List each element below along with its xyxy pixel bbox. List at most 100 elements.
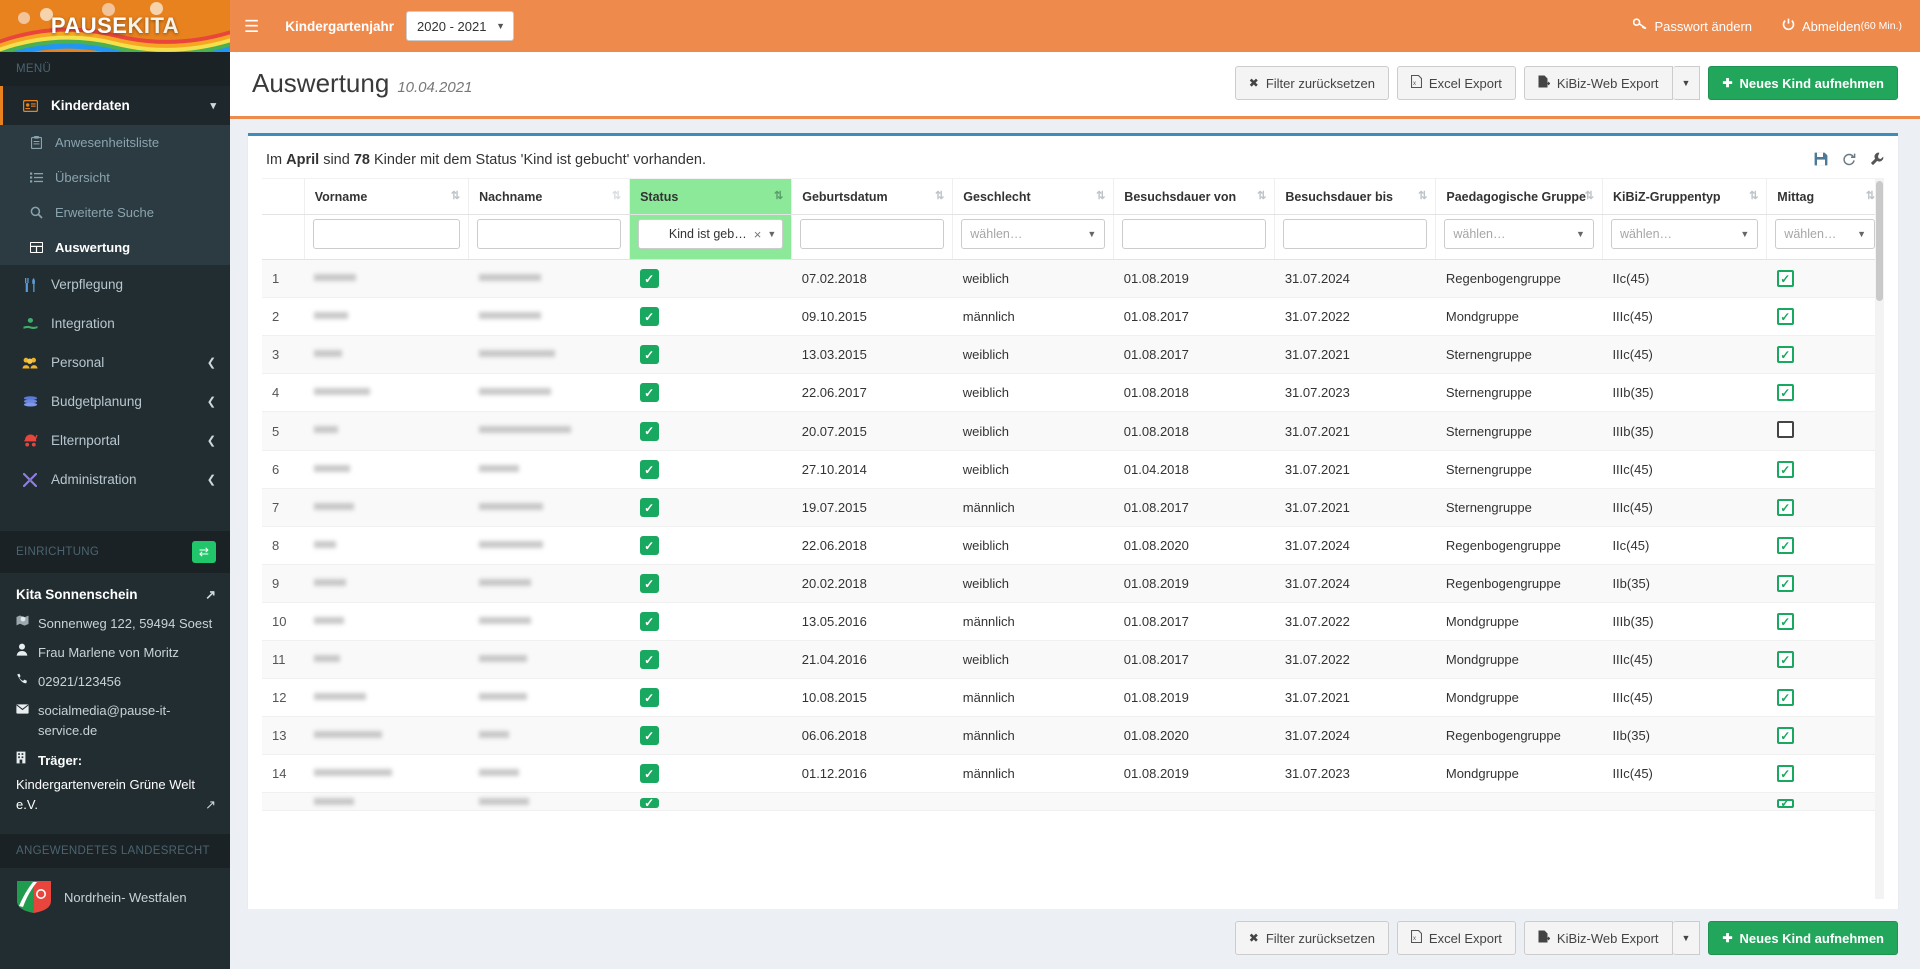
table-row-partial[interactable]: ✓✓ (262, 793, 1884, 811)
status-checkbox-icon[interactable]: ✓ (640, 422, 659, 441)
filter-vorname-input[interactable] (313, 219, 460, 249)
filter-kibiz-gruppentyp-select[interactable]: wählen… ▼ (1611, 219, 1758, 249)
mittag-checkbox-icon[interactable] (1777, 421, 1794, 438)
filter-mittag-select[interactable]: wählen… ▼ (1775, 219, 1875, 249)
status-checkbox-icon[interactable]: ✓ (640, 612, 659, 631)
sort-icon[interactable]: ⇅ (1096, 189, 1104, 202)
change-password-link[interactable]: Passwort ändern (1633, 18, 1752, 34)
filter-besuchsdauer-von-input[interactable] (1122, 219, 1266, 249)
status-checkbox-icon[interactable]: ✓ (640, 269, 659, 288)
table-row[interactable]: 1✓07.02.2018weiblich01.08.201931.07.2024… (262, 260, 1884, 298)
excel-export-button-bottom[interactable]: x Excel Export (1397, 921, 1516, 955)
status-checkbox-icon[interactable]: ✓ (640, 726, 659, 745)
wrench-icon[interactable] (1870, 152, 1884, 169)
filter-besuchsdauer-bis-input[interactable] (1283, 219, 1427, 249)
sort-icon[interactable]: ⇅ (1749, 189, 1757, 202)
mittag-checkbox-icon[interactable]: ✓ (1777, 346, 1794, 363)
filter-reset-button-bottom[interactable]: ✖ Filter zurücksetzen (1235, 921, 1389, 955)
mittag-checkbox-icon[interactable]: ✓ (1777, 270, 1794, 287)
mittag-checkbox-icon[interactable]: ✓ (1777, 689, 1794, 706)
status-checkbox-icon[interactable]: ✓ (640, 345, 659, 364)
hamburger-menu-icon[interactable]: ☰ (244, 18, 259, 35)
status-checkbox-icon[interactable]: ✓ (640, 383, 659, 402)
mittag-checkbox-icon[interactable]: ✓ (1777, 727, 1794, 744)
mittag-checkbox-icon[interactable]: ✓ (1777, 499, 1794, 516)
status-checkbox-icon[interactable]: ✓ (640, 460, 659, 479)
sort-icon[interactable]: ⇅ (1585, 189, 1593, 202)
kibiz-export-button-top[interactable]: KiBiz-Web Export (1524, 66, 1673, 100)
sort-icon[interactable]: ⇅ (451, 189, 459, 202)
sidebar-item-erweiterte-suche[interactable]: Erweiterte Suche (0, 195, 230, 230)
col-paedagogische-gruppe[interactable]: Paedagogische Gruppe⇅ (1436, 179, 1603, 215)
table-row[interactable]: 14✓01.12.2016männlich01.08.201931.07.202… (262, 755, 1884, 793)
kibiz-export-dropdown-bottom[interactable]: ▼ (1673, 921, 1701, 955)
col-besuchsdauer-bis[interactable]: Besuchsdauer bis⇅ (1275, 179, 1436, 215)
sidebar-item-auswertung[interactable]: Auswertung (0, 230, 230, 265)
caret-down-icon[interactable]: ▼ (767, 229, 776, 239)
table-row[interactable]: 8✓22.06.2018weiblich01.08.202031.07.2024… (262, 527, 1884, 565)
col-status[interactable]: Status⇅ (630, 179, 792, 215)
mittag-checkbox-icon[interactable]: ✓ (1777, 461, 1794, 478)
table-vertical-scrollbar[interactable] (1875, 179, 1884, 899)
mittag-checkbox-icon[interactable]: ✓ (1777, 651, 1794, 668)
col-vorname[interactable]: Vorname⇅ (304, 179, 468, 215)
sidebar-item-uebersicht[interactable]: Übersicht (0, 160, 230, 195)
open-facility-external-icon[interactable]: ↗ (205, 585, 216, 605)
mittag-checkbox-icon[interactable]: ✓ (1777, 799, 1794, 808)
mittag-checkbox-icon[interactable]: ✓ (1777, 537, 1794, 554)
sort-icon[interactable]: ⇅ (1257, 189, 1265, 202)
table-row[interactable]: 4✓22.06.2017weiblich01.08.201831.07.2023… (262, 374, 1884, 412)
table-row[interactable]: 5✓20.07.2015weiblich01.08.201831.07.2021… (262, 412, 1884, 451)
table-row[interactable]: 11✓21.04.2016weiblich01.08.201731.07.202… (262, 641, 1884, 679)
new-child-button-bottom[interactable]: ✚ Neues Kind aufnehmen (1708, 921, 1898, 955)
sidebar-item-kinderdaten[interactable]: Kinderdaten ▾ (0, 86, 230, 125)
status-checkbox-icon[interactable]: ✓ (640, 498, 659, 517)
filter-geschlecht-select[interactable]: wählen… ▼ (961, 219, 1105, 249)
clear-status-filter-icon[interactable]: × (754, 227, 762, 242)
table-row[interactable]: 10✓13.05.2016männlich01.08.201731.07.202… (262, 603, 1884, 641)
sort-icon[interactable]: ⇅ (935, 189, 943, 202)
sort-icon[interactable]: ⇅ (1866, 189, 1874, 202)
sort-icon[interactable]: ⇅ (774, 189, 782, 202)
mittag-checkbox-icon[interactable]: ✓ (1777, 765, 1794, 782)
table-row[interactable]: 2✓09.10.2015männlich01.08.201731.07.2022… (262, 298, 1884, 336)
mittag-checkbox-icon[interactable]: ✓ (1777, 613, 1794, 630)
new-child-button-top[interactable]: ✚ Neues Kind aufnehmen (1708, 66, 1898, 100)
status-checkbox-icon[interactable]: ✓ (640, 536, 659, 555)
sidebar-item-integration[interactable]: Integration (0, 304, 230, 343)
table-row[interactable]: 7✓19.07.2015männlich01.08.201731.07.2021… (262, 489, 1884, 527)
status-checkbox-icon[interactable]: ✓ (640, 307, 659, 326)
sidebar-item-elternportal[interactable]: Elternportal ❮ (0, 421, 230, 460)
kibiz-export-button-bottom[interactable]: KiBiz-Web Export (1524, 921, 1673, 955)
col-nachname[interactable]: Nachname⇅ (469, 179, 630, 215)
kibiz-export-dropdown-top[interactable]: ▼ (1673, 66, 1701, 100)
status-checkbox-icon[interactable]: ✓ (640, 650, 659, 669)
col-besuchsdauer-von[interactable]: Besuchsdauer von⇅ (1114, 179, 1275, 215)
kindergartenjahr-select[interactable]: 2020 - 2021 (406, 11, 514, 41)
brand-banner[interactable]: PAUSEKITA (0, 0, 230, 52)
switch-facility-button[interactable]: ⇄ (192, 541, 216, 563)
sort-icon[interactable]: ⇅ (1418, 189, 1426, 202)
table-row[interactable]: 6✓27.10.2014weiblich01.04.201831.07.2021… (262, 451, 1884, 489)
sidebar-item-administration[interactable]: Administration ❮ (0, 460, 230, 499)
open-traeger-external-icon[interactable]: ↗ (205, 795, 216, 815)
table-row[interactable]: 12✓10.08.2015männlich01.08.201931.07.202… (262, 679, 1884, 717)
status-checkbox-icon[interactable]: ✓ (640, 764, 659, 783)
excel-export-button-top[interactable]: x Excel Export (1397, 66, 1516, 100)
col-geburtsdatum[interactable]: Geburtsdatum⇅ (792, 179, 953, 215)
status-checkbox-icon[interactable]: ✓ (640, 574, 659, 593)
refresh-icon[interactable] (1842, 152, 1856, 169)
sidebar-item-personal[interactable]: Personal ❮ (0, 343, 230, 382)
mittag-checkbox-icon[interactable]: ✓ (1777, 308, 1794, 325)
status-checkbox-icon[interactable]: ✓ (640, 798, 659, 808)
col-kibiz-gruppentyp[interactable]: KiBiZ-Gruppentyp⇅ (1602, 179, 1766, 215)
table-row[interactable]: 9✓20.02.2018weiblich01.08.201931.07.2024… (262, 565, 1884, 603)
filter-nachname-input[interactable] (477, 219, 621, 249)
filter-status-chip[interactable]: Kind ist geb… × ▼ (638, 219, 783, 249)
save-icon[interactable] (1814, 152, 1828, 169)
col-geschlecht[interactable]: Geschlecht⇅ (953, 179, 1114, 215)
sidebar-item-anwesenheitsliste[interactable]: Anwesenheitsliste (0, 125, 230, 160)
table-row[interactable]: 3✓13.03.2015weiblich01.08.201731.07.2021… (262, 336, 1884, 374)
filter-paedagogische-gruppe-select[interactable]: wählen… ▼ (1444, 219, 1594, 249)
filter-geburtsdatum-input[interactable] (800, 219, 944, 249)
